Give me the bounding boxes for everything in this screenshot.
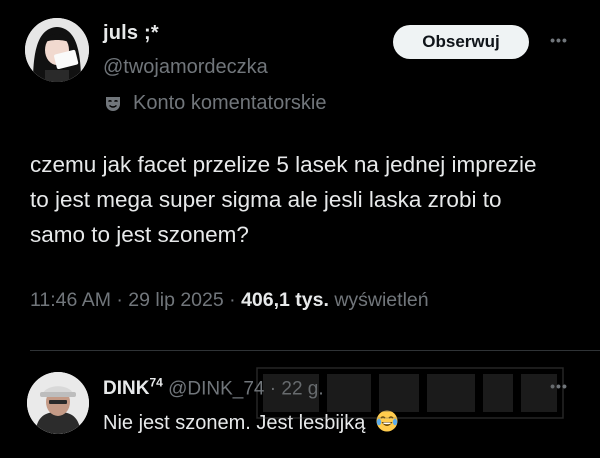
divider bbox=[30, 350, 600, 351]
reply-author-handle[interactable]: @DINK_74 bbox=[168, 378, 264, 399]
more-horizontal-icon: ••• bbox=[550, 32, 568, 48]
account-type-badge: Konto komentatorskie bbox=[103, 92, 326, 115]
author-name[interactable]: juls ;* bbox=[103, 22, 159, 45]
reply-avatar-image bbox=[27, 372, 89, 434]
views-count[interactable]: 406,1 tys. bbox=[241, 289, 329, 311]
post-date[interactable]: 29 lip 2025 bbox=[128, 289, 223, 311]
reply-author-sup: 74 bbox=[149, 376, 163, 390]
reply-author-name-text: DINK bbox=[103, 378, 150, 400]
follow-button[interactable]: Obserwuj bbox=[393, 25, 529, 59]
reply-author-avatar[interactable] bbox=[27, 372, 89, 434]
main-post: juls ;* @twojamordeczka Obserwuj ••• Kon… bbox=[0, 0, 600, 350]
author-avatar[interactable] bbox=[25, 18, 89, 82]
views-label: wyświetleń bbox=[334, 289, 429, 311]
meta-separator: · bbox=[229, 289, 236, 311]
theater-masks-icon bbox=[106, 96, 120, 111]
author-handle[interactable]: @twojamordeczka bbox=[103, 56, 268, 79]
more-options-button[interactable]: ••• bbox=[546, 27, 572, 53]
post-meta: 11:46 AM · 29 lip 2025 · 406,1 tys. wyśw… bbox=[30, 289, 429, 312]
post-text: czemu jak facet przelize 5 lasek na jedn… bbox=[30, 152, 537, 247]
reply-author-name[interactable]: DINK74 bbox=[103, 376, 163, 400]
author-avatar-image bbox=[25, 18, 89, 82]
post-time[interactable]: 11:46 AM bbox=[30, 289, 111, 311]
watermark-image bbox=[256, 367, 564, 419]
badge-label: Konto komentatorskie bbox=[133, 92, 327, 114]
meta-separator: · bbox=[116, 289, 123, 311]
